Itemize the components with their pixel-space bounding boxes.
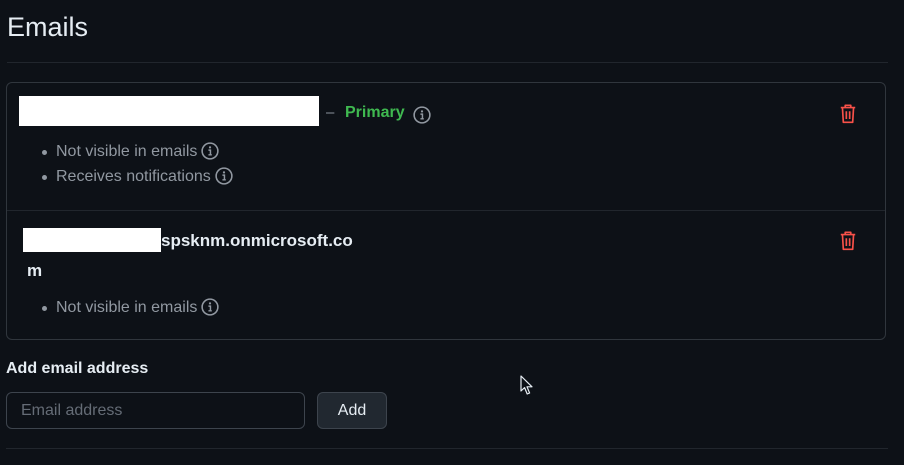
list-item: Not visible in emails [40,139,233,164]
email-address-part: spsknm.onmicrosoft.co [161,231,353,250]
trash-icon [840,104,856,124]
email-row-secondary: spsknm.onmicrosoft.co m Not visible in e… [7,210,885,341]
email-address-part: m [27,261,43,280]
info-icon[interactable] [413,106,431,124]
info-icon[interactable] [201,298,220,316]
page-title: Emails [7,12,89,42]
email-row-primary: – Primary Not visible in emails Receives… [7,83,885,211]
email-notes: Not visible in emails [40,295,220,320]
list-item: Receives notifications [40,164,233,189]
mouse-pointer-icon [520,375,534,396]
email-list: – Primary Not visible in emails Receives… [6,82,886,340]
note-text: Not visible in emails [56,143,198,160]
note-text: Receives notifications [56,168,211,185]
redacted-email-address [19,96,319,126]
delete-email-button[interactable] [834,227,862,255]
title-divider [7,62,888,63]
email-address-input[interactable] [6,392,305,429]
info-icon[interactable] [201,142,220,160]
primary-badge: Primary [345,104,405,121]
redacted-email-address [23,228,161,252]
note-text: Not visible in emails [56,299,198,316]
add-email-button[interactable]: Add [317,392,387,429]
list-item: Not visible in emails [40,295,220,320]
trash-icon [840,231,856,251]
email-notes: Not visible in emails Receives notificat… [40,139,233,189]
delete-email-button[interactable] [834,100,862,128]
info-icon[interactable] [215,167,233,185]
add-email-label: Add email address [6,360,149,377]
section-divider [6,448,888,449]
primary-separator: – [326,104,335,121]
